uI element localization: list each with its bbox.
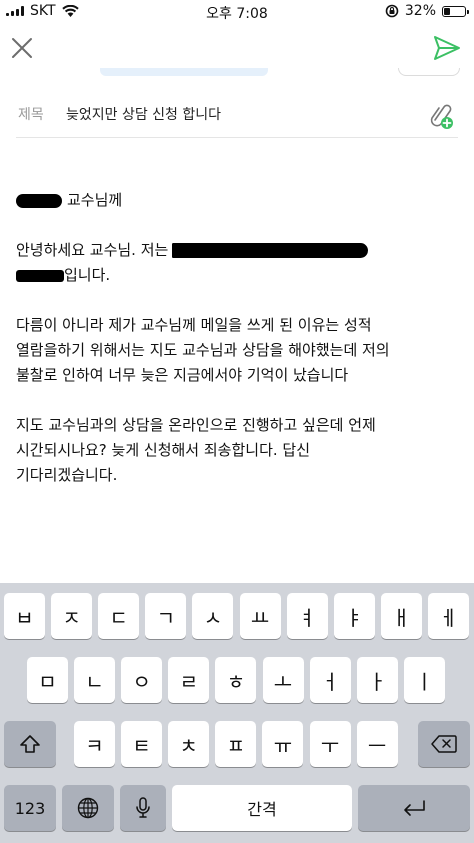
key-row2-9[interactable]: ㅣ <box>403 657 445 703</box>
microphone-key[interactable] <box>120 785 166 831</box>
subject-input[interactable]: 늦었지만 상담 신청 합니다 <box>66 104 221 124</box>
key-row3-3[interactable]: ㅊ <box>168 721 210 767</box>
space-label: 간격 <box>247 800 277 819</box>
key-row1-10[interactable]: ㅔ <box>427 593 469 639</box>
recipient-button-edge <box>398 68 460 76</box>
key-row3-7[interactable]: ㅡ <box>356 721 398 767</box>
intro-line-2: 입니다. <box>16 263 456 288</box>
keyboard: ㅂㅈㄷㄱㅅㅛㅕㅑㅐㅔ ㅁㄴㅇㄹㅎㅗㅓㅏㅣ ㅋㅌㅊㅍㅠㅜㅡ 123 간격 <box>0 583 474 843</box>
redacted-name <box>16 193 62 208</box>
para-2-line-2: 시간되시나요? 늦게 신청해서 죄송합니다. 답신 <box>16 441 311 459</box>
space-key[interactable]: 간격 <box>172 785 352 831</box>
subject-row[interactable]: 제목 늦었지만 상담 신청 합니다 <box>0 88 474 138</box>
key-row2-4[interactable]: ㄹ <box>168 657 210 703</box>
key-row1-6[interactable]: ㅛ <box>239 593 281 639</box>
key-row2-7[interactable]: ㅓ <box>309 657 351 703</box>
intro-text-2: 입니다. <box>64 266 111 284</box>
para-1-line-2: 열람을하기 위해서는 지도 교수님과 상담을 해야했는데 저의 <box>16 341 390 359</box>
send-icon[interactable] <box>432 34 462 62</box>
key-row2-6[interactable]: ㅗ <box>262 657 304 703</box>
key-row3-4[interactable]: ㅍ <box>215 721 257 767</box>
key-row2-1[interactable]: ㅁ <box>27 657 68 703</box>
key-row1-1[interactable]: ㅂ <box>4 593 45 639</box>
key-row2-5[interactable]: ㅎ <box>215 657 257 703</box>
key-row3-2[interactable]: ㅌ <box>121 721 163 767</box>
key-row1-2[interactable]: ㅈ <box>51 593 93 639</box>
intro-line-1: 안녕하세요 교수님. 저는 <box>16 238 456 263</box>
subject-label: 제목 <box>18 107 44 123</box>
key-row1-3[interactable]: ㄷ <box>98 593 140 639</box>
numbers-label: 123 <box>14 798 46 818</box>
subject-divider <box>16 137 458 138</box>
battery-icon <box>442 5 469 17</box>
status-right: 32% <box>385 3 469 19</box>
key-row1-5[interactable]: ㅅ <box>192 593 234 639</box>
globe-key[interactable] <box>62 785 114 831</box>
return-icon <box>404 800 425 816</box>
orientation-lock-icon <box>385 4 399 18</box>
para-2-line-3: 기다리겠습니다. <box>16 466 118 484</box>
status-bar: SKT 오후 7:08 32% <box>0 0 474 24</box>
key-row3-5[interactable]: ㅠ <box>262 721 304 767</box>
return-key[interactable] <box>358 785 470 831</box>
redacted-student-info <box>172 243 369 258</box>
intro-text-1: 안녕하세요 교수님. 저는 <box>16 241 169 259</box>
mail-body-editor[interactable]: 교수님께 안녕하세요 교수님. 저는 입니다. 다름이 아니라 제가 교수님께 … <box>16 188 456 488</box>
shift-key[interactable] <box>4 721 56 767</box>
key-row2-2[interactable]: ㄴ <box>74 657 116 703</box>
backspace-key[interactable] <box>418 721 470 767</box>
battery-percent: 32% <box>404 3 436 19</box>
key-row1-7[interactable]: ㅕ <box>286 593 328 639</box>
recipient-field-edge <box>100 68 268 76</box>
numbers-key[interactable]: 123 <box>4 785 56 831</box>
globe-icon <box>77 797 99 819</box>
microphone-icon <box>136 797 150 818</box>
greeting-text: 교수님께 <box>67 191 123 209</box>
redacted-student-name <box>16 269 64 282</box>
greeting-line: 교수님께 <box>16 188 456 213</box>
key-row1-9[interactable]: ㅐ <box>380 593 422 639</box>
key-row3-1[interactable]: ㅋ <box>74 721 115 767</box>
shift-icon <box>20 735 40 753</box>
key-row2-8[interactable]: ㅏ <box>356 657 398 703</box>
para-1-line-1: 다름이 아니라 제가 교수님께 메일을 쓰게 된 이유는 성적 <box>16 316 372 334</box>
key-row3-6[interactable]: ㅜ <box>309 721 351 767</box>
para-1-line-3: 불찰로 인하여 너무 늦은 지금에서야 기억이 났습니다 <box>16 366 349 384</box>
backspace-icon <box>431 735 457 753</box>
key-row2-3[interactable]: ㅇ <box>121 657 163 703</box>
compose-toolbar <box>0 24 474 74</box>
para-2-line-1: 지도 교수님과의 상담을 온라인으로 진행하고 싶은데 언제 <box>16 416 376 434</box>
key-row1-4[interactable]: ㄱ <box>145 593 187 639</box>
paperclip-add-icon[interactable] <box>426 100 456 130</box>
close-icon[interactable] <box>8 34 36 62</box>
key-row1-8[interactable]: ㅑ <box>333 593 375 639</box>
